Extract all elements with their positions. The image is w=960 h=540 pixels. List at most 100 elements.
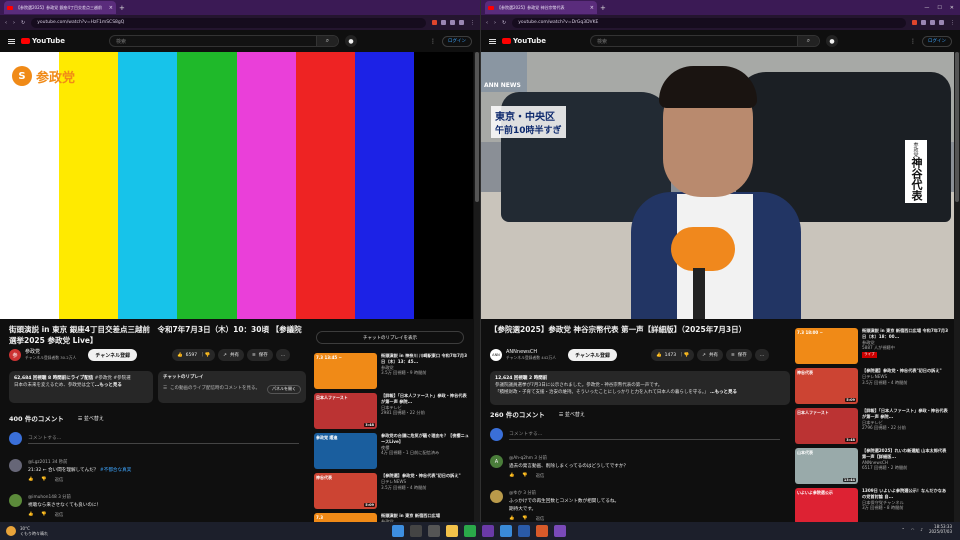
app-icon[interactable] <box>482 525 494 537</box>
recommended-video[interactable]: 日本人ファースト 3:48 【詳報】「日本人ファースト」参政・神谷代表が第一声 参院… <box>795 408 950 444</box>
more-actions-button[interactable]: … <box>275 349 291 361</box>
back-icon[interactable]: ‹ <box>486 20 488 26</box>
show-more-link[interactable]: …もっと見る <box>710 390 737 395</box>
close-tab-icon[interactable]: × <box>590 5 594 11</box>
comment-dislike-icon[interactable]: 👎 <box>41 477 46 483</box>
extension-icon[interactable] <box>432 20 437 25</box>
recommended-title[interactable]: 【参院選】参政党・神谷代表"初日の訴え" <box>381 473 461 479</box>
close-tab-icon[interactable]: × <box>109 5 113 11</box>
mic-icon[interactable]: ● <box>825 35 838 47</box>
new-tab-icon[interactable]: + <box>600 4 606 12</box>
show-more-link[interactable]: …もっと見る <box>95 383 122 388</box>
extension-icon[interactable] <box>441 20 446 25</box>
minimize-icon[interactable]: — <box>924 5 929 11</box>
task-view-icon[interactable] <box>428 525 440 537</box>
login-button[interactable]: ログイン <box>442 35 472 47</box>
recommended-title[interactable]: 参政党の台頭に危気が騒ぐ理由を？【夜櫻ニュースLive】 <box>381 433 469 445</box>
back-icon[interactable]: ‹ <box>5 20 7 26</box>
recommended-video[interactable]: いよいよ参院選公示 1309日 いよいよ参院選公示！なんだかなあの党首討論 自..… <box>795 488 950 522</box>
channel-avatar[interactable]: ANN <box>490 349 502 361</box>
description-box[interactable]: 12,624 回視聴 2 時間前 参議院議員選挙が7月3日に公示されました。参政… <box>490 371 790 405</box>
extension-icon[interactable] <box>459 20 464 25</box>
extension-icon[interactable] <box>912 20 917 25</box>
share-button[interactable]: ↗ 共有 <box>218 349 244 361</box>
video-player[interactable]: S 参政党 <box>0 52 473 319</box>
video-thumbnail[interactable]: 日本人ファースト 3:48 <box>795 408 858 444</box>
forward-icon[interactable]: › <box>13 20 15 26</box>
search-input[interactable]: 検索 ⌕ <box>589 35 820 47</box>
comment-like-icon[interactable]: 👍 <box>28 512 33 518</box>
browser-menu-icon[interactable]: ⋮ <box>950 20 955 26</box>
close-window-icon[interactable]: ✕ <box>950 5 954 11</box>
comment-user[interactable]: @Ah-q2hm <box>509 456 533 461</box>
channel-avatar[interactable]: 参 <box>9 349 21 361</box>
video-thumbnail[interactable]: 7.3 13:45 ~ <box>314 353 377 389</box>
url-field[interactable]: youtube.com/watch?v=DrGq3DVKE <box>512 17 906 28</box>
like-button[interactable]: 👍 6597 ｜👎 <box>172 349 216 361</box>
mic-icon[interactable]: ● <box>344 35 357 47</box>
recommended-video[interactable]: 山本代表 13:44 【参院選2025】れいわ新選組 山本太郎代表 第一声【詳細版.… <box>795 448 950 484</box>
scrollbar[interactable] <box>954 52 960 522</box>
recommended-video[interactable]: 7.3 18:00 ~ 街頭演説 in 東京 新宿西口広場 令和7年7月3日（木）… <box>795 328 950 364</box>
recommended-video[interactable]: 参政党 躍進 参政党の台頭に危気が騒ぐ理由を？【夜櫻ニュースLive】 夜櫻 4万 回… <box>314 433 469 469</box>
search-input[interactable]: 検索 ⌕ <box>108 35 339 47</box>
video-thumbnail[interactable]: いよいよ参院選公示 <box>795 488 858 522</box>
share-button[interactable]: ↗ 共有 <box>697 349 723 361</box>
comment-hashtag[interactable]: #不都合な真実 <box>100 468 131 473</box>
video-thumbnail[interactable]: 7.3 18:00 ~ <box>795 328 858 364</box>
video-thumbnail[interactable]: 参政党 躍進 <box>314 433 377 469</box>
hamburger-menu-icon[interactable] <box>8 38 15 44</box>
more-actions-button[interactable]: … <box>754 349 770 361</box>
hamburger-menu-icon[interactable] <box>489 38 496 44</box>
commenter-avatar[interactable] <box>9 494 22 507</box>
recommended-video[interactable]: 日本人ファースト 3:48 【詳報】「日本人ファースト」参政・神谷代表が第一声 参院… <box>314 393 469 429</box>
comment-user[interactable]: @ゆか <box>509 491 522 496</box>
recommended-title[interactable]: 【詳報】「日本人ファースト」参政・神谷代表が第一声 参院... <box>381 393 469 405</box>
comment-user[interactable]: @Lgz2011 <box>28 460 51 465</box>
reply-button[interactable]: 返信 <box>536 473 545 479</box>
reload-icon[interactable]: ↻ <box>21 20 25 26</box>
browser-icon[interactable] <box>536 525 548 537</box>
reply-button[interactable]: 返信 <box>55 477 64 483</box>
weather-widget[interactable]: 30°C くもり時々晴れ <box>0 526 48 536</box>
reload-icon[interactable]: ↻ <box>502 20 506 26</box>
recommended-video[interactable]: 7.3 13:45 ~ 街頭演説 in 神奈川 川崎駅東口 令和7年7月3日（木）… <box>314 353 469 389</box>
video-thumbnail[interactable]: 神谷代表 5:09 <box>314 473 377 509</box>
more-options-icon[interactable]: ⋮ <box>430 38 436 45</box>
subscribe-button[interactable]: チャンネル登録 <box>88 349 138 361</box>
app-icon[interactable] <box>464 525 476 537</box>
app-icon[interactable] <box>518 525 530 537</box>
commenter-avatar[interactable]: A <box>490 455 503 468</box>
recommended-title[interactable]: 街頭演説 in 東京 新宿西口広場 <box>381 513 440 519</box>
search-icon[interactable]: ⌕ <box>796 36 819 46</box>
browser-icon[interactable] <box>554 525 566 537</box>
maximize-icon[interactable]: ☐ <box>937 5 941 11</box>
thumbs-down-icon[interactable]: ｜👎 <box>679 352 689 358</box>
recommended-title[interactable]: 【参院選】参政党・神谷代表"初日の訴え" <box>862 368 942 374</box>
extension-icon[interactable] <box>921 20 926 25</box>
recommended-title[interactable]: 【参院選2025】れいわ新選組 山本太郎代表 第一声【詳細版... <box>862 448 950 460</box>
more-options-icon[interactable]: ⋮ <box>910 38 916 45</box>
browser-tab[interactable]: 【参院選2025】参政党 神谷宗幣代表 × <box>485 1 597 14</box>
youtube-logo[interactable]: YouTube <box>502 37 546 45</box>
thumbs-down-icon[interactable]: ｜👎 <box>200 352 210 358</box>
comment-user[interactable]: @imuhon148 <box>28 495 57 500</box>
extension-icon[interactable] <box>939 20 944 25</box>
recommended-title[interactable]: 1309日 いよいよ参院選公示！なんだかなあの党首討論 自... <box>862 488 950 500</box>
video-thumbnail[interactable]: 日本人ファースト 3:48 <box>314 393 377 429</box>
show-chat-replay-button[interactable]: チャットのリプレイを表示 <box>316 331 464 344</box>
comment-dislike-icon[interactable]: 👎 <box>522 473 527 479</box>
start-icon[interactable] <box>392 525 404 537</box>
search-taskbar-icon[interactable] <box>410 525 422 537</box>
browser-tab[interactable]: 【参院選2025】参政党 銀座4丁目交差点三越前 × <box>4 1 116 14</box>
forward-icon[interactable]: › <box>494 20 496 26</box>
description-box[interactable]: 62,684 回視聴 8 時間前にライブ配信 #参政党 #参院選 日本の未来を変… <box>9 371 153 403</box>
wifi-icon[interactable]: ◠ <box>911 527 915 532</box>
add-comment-input[interactable]: コメントする... <box>509 430 780 440</box>
comment-dislike-icon[interactable]: 👎 <box>41 512 46 518</box>
add-comment-input[interactable]: コメントする... <box>28 434 299 444</box>
save-button[interactable]: ≡ 保存 <box>725 349 752 361</box>
chevron-up-icon[interactable]: ⌃ <box>902 527 905 532</box>
file-explorer-icon[interactable] <box>446 525 458 537</box>
browser-menu-icon[interactable]: ⋮ <box>470 20 475 26</box>
